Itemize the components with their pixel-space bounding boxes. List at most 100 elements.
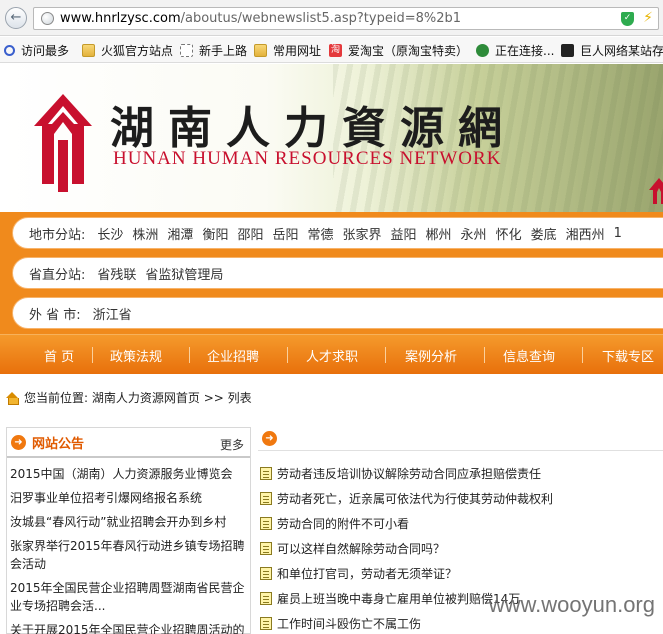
station-panel: 地市分站: 长沙 株洲 湘潭 衡阳 邵阳 岳阳 常德 张家界 益阳 郴州 永州 …: [0, 212, 663, 334]
breadcrumb-separator: >>: [203, 390, 224, 405]
document-icon: [260, 567, 272, 580]
notice-item[interactable]: 汨罗事业单位招考引爆网络报名系统: [10, 486, 250, 510]
breadcrumb-current: 列表: [227, 391, 252, 405]
site-logo-icon: [34, 94, 92, 192]
bookmark-label: 爱淘宝（原淘宝特卖）: [348, 44, 469, 58]
bookmark-connecting[interactable]: 正在连接...: [476, 42, 554, 59]
bookmark-label: 常用网址: [273, 44, 322, 58]
station-link-disabled-fed[interactable]: 省残联: [97, 264, 136, 283]
nav-download[interactable]: 下载专区: [602, 346, 654, 365]
bookmark-label: 访问最多: [21, 44, 70, 58]
article-item[interactable]: 劳动者违反培训协议解除劳动合同应承担赔偿责任: [258, 461, 663, 486]
article-header: ➜: [258, 427, 663, 451]
bookmark-most-visited[interactable]: 访问最多: [4, 42, 69, 59]
station-link-zhuzhou[interactable]: 株洲: [132, 224, 158, 243]
breadcrumb-prefix: 您当前位置:: [24, 391, 89, 405]
document-icon: [260, 617, 272, 630]
station-link-xiangtan[interactable]: 湘潭: [167, 224, 193, 243]
article-title[interactable]: 工作时间斗殴伤亡不属工伤: [277, 615, 421, 632]
station-link-changsha[interactable]: 长沙: [97, 224, 123, 243]
nav-separator: [484, 347, 485, 363]
url-input[interactable]: www.hnrlzysc.com/aboutus/webnewslist5.as…: [33, 7, 659, 30]
taobao-icon: 淘: [329, 44, 342, 57]
document-icon: [260, 467, 272, 480]
station-row-provincial: 省直分站: 省残联 省监狱管理局: [12, 257, 663, 289]
article-title[interactable]: 劳动者死亡，近亲属可依法代为行使其劳动仲裁权利: [277, 490, 553, 507]
station-link-prison-admin[interactable]: 省监狱管理局: [145, 264, 223, 283]
article-title[interactable]: 雇员上班当晚中毒身亡雇用单位被判赔偿14万: [277, 590, 520, 607]
notice-more-link[interactable]: 更多: [220, 436, 244, 453]
arrow-right-icon: ➜: [11, 434, 26, 450]
station-link-xiangxi[interactable]: 湘西州: [566, 224, 605, 243]
station-link-zhangjiajie[interactable]: 张家界: [343, 224, 382, 243]
arrow-right-icon: ➜: [262, 431, 277, 446]
document-icon: [260, 492, 272, 505]
station-link-yueyang[interactable]: 岳阳: [272, 224, 298, 243]
station-link-yongzhou[interactable]: 永州: [461, 224, 487, 243]
station-label: 外 省 市:: [29, 307, 81, 323]
notice-item[interactable]: 汝城县“春风行动”就业招聘会开办到乡村: [10, 510, 250, 534]
article-title[interactable]: 劳动合同的附件不可小看: [277, 515, 409, 532]
nav-policy[interactable]: 政策法规: [110, 346, 162, 365]
article-title[interactable]: 和单位打官司，劳动者无须举证？: [277, 565, 457, 582]
article-title[interactable]: 可以这样自然解除劳动合同吗？: [277, 540, 445, 557]
station-row-other-province: 外 省 市: 浙江省: [12, 297, 663, 329]
folder-icon: [254, 44, 267, 57]
article-title[interactable]: 劳动者违反培训协议解除劳动合同应承担赔偿责任: [277, 465, 541, 482]
nav-recruit[interactable]: 企业招聘: [207, 346, 259, 365]
nav-query[interactable]: 信息查询: [503, 346, 555, 365]
document-icon: [260, 517, 272, 530]
notice-item[interactable]: 2015年全国民营企业招聘周暨湖南省民营企业专场招聘会活...: [10, 576, 250, 618]
search-icon: [4, 45, 15, 56]
url-path: /aboutus/webnewslist5.asp?typeid=8%2b1: [180, 11, 462, 26]
bookmark-giant-network[interactable]: 巨人网络某站存: [561, 42, 663, 59]
station-link-shaoyang[interactable]: 邵阳: [237, 224, 263, 243]
bookmark-label: 新手上路: [199, 44, 248, 58]
station-link-chenzhou[interactable]: 郴州: [426, 224, 452, 243]
document-icon: [260, 592, 272, 605]
notice-title: 网站公告: [32, 436, 85, 452]
notice-item[interactable]: 2015中国（湖南）人力资源服务业博览会: [10, 462, 250, 486]
station-link-huaihua[interactable]: 怀化: [496, 224, 522, 243]
site-title: 湖南人力資源網: [110, 103, 516, 154]
back-button[interactable]: ←: [5, 7, 27, 29]
notice-item[interactable]: 关于开展2015年全国民营企业招聘周活动的: [10, 618, 250, 634]
station-link-zhejiang[interactable]: 浙江省: [93, 304, 132, 323]
notice-item[interactable]: 张家界举行2015年春风行动进乡镇专场招聘会活动: [10, 534, 250, 576]
article-item[interactable]: 可以这样自然解除劳动合同吗？: [258, 536, 663, 561]
nav-job-seek[interactable]: 人才求职: [306, 346, 358, 365]
site-icon: [561, 44, 574, 57]
bookmark-ai-taobao[interactable]: 淘爱淘宝（原淘宝特卖）: [329, 42, 468, 59]
watermark: www.wooyun.org: [488, 592, 655, 617]
home-icon: [6, 391, 19, 405]
bookmark-common-urls[interactable]: 常用网址: [254, 42, 321, 59]
document-icon: [260, 542, 272, 555]
partial-logo-icon: [649, 178, 663, 204]
globe-icon: [41, 12, 54, 25]
station-link-hengyang[interactable]: 衡阳: [202, 224, 228, 243]
notice-header: ➜ 网站公告 更多: [7, 428, 250, 458]
shield-icon[interactable]: ✓: [621, 12, 634, 26]
folder-icon: [82, 44, 95, 57]
station-link-changde[interactable]: 常德: [307, 224, 333, 243]
site-subtitle: HUNAN HUMAN RESOURCES NETWORK: [113, 148, 502, 169]
url-host: www.hnrlzysc.com: [60, 11, 181, 26]
article-item[interactable]: 劳动者死亡，近亲属可依法代为行使其劳动仲裁权利: [258, 486, 663, 511]
station-link-more[interactable]: 1: [614, 226, 622, 241]
nav-home[interactable]: 首 页: [44, 346, 74, 365]
station-link-yiyang[interactable]: 益阳: [391, 224, 417, 243]
lightning-icon[interactable]: ⚡: [643, 10, 653, 26]
nav-separator: [385, 347, 386, 363]
station-label: 省直分站:: [29, 267, 86, 283]
page-icon: [180, 44, 193, 57]
nav-cases[interactable]: 案例分析: [405, 346, 457, 365]
breadcrumb-home-link[interactable]: 湖南人力资源网首页: [92, 389, 200, 406]
bookmark-label: 正在连接...: [495, 44, 555, 58]
station-label: 地市分站:: [29, 227, 86, 243]
notice-list: 2015中国（湖南）人力资源服务业博览会 汨罗事业单位招考引爆网络报名系统 汝城…: [7, 458, 250, 634]
bookmark-firefox-site[interactable]: 火狐官方站点: [82, 42, 173, 59]
station-link-loudi[interactable]: 娄底: [531, 224, 557, 243]
bookmark-getting-started[interactable]: 新手上路: [180, 42, 247, 59]
article-item[interactable]: 和单位打官司，劳动者无须举证？: [258, 561, 663, 586]
article-item[interactable]: 劳动合同的附件不可小看: [258, 511, 663, 536]
